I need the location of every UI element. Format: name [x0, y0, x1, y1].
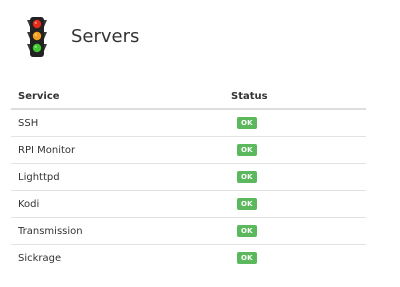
table-row: RPI Monitor OK [11, 136, 366, 164]
page-title: Servers [71, 26, 140, 47]
service-name: Sickrage [18, 252, 62, 264]
table-row: Sickrage OK [11, 245, 366, 272]
status-badge: OK [237, 144, 257, 156]
table-row: SSH OK [11, 109, 366, 137]
service-name: Kodi [11, 190, 226, 218]
services-table: Service Status SSH OK RPI Monitor OK Lig… [11, 84, 366, 271]
status-badge: OK [237, 198, 257, 210]
page-header: Servers [0, 0, 400, 78]
table-row: Transmission OK [11, 217, 366, 245]
column-header-status: Status [226, 84, 366, 110]
status-badge: OK [237, 117, 257, 129]
status-badge: OK [237, 171, 257, 183]
column-header-service: Service [11, 84, 226, 110]
service-name: Lighttpd [11, 163, 226, 191]
status-badge: OK [237, 252, 257, 264]
service-name: Transmission [11, 217, 226, 245]
status-badge: OK [237, 225, 257, 237]
traffic-light-icon [27, 17, 47, 57]
service-name: RPI Monitor [11, 136, 226, 164]
service-name: SSH [11, 109, 226, 137]
table-row: Lighttpd OK [11, 163, 366, 191]
table-header-row: Service Status [11, 84, 366, 110]
table-row: Kodi OK [11, 190, 366, 218]
